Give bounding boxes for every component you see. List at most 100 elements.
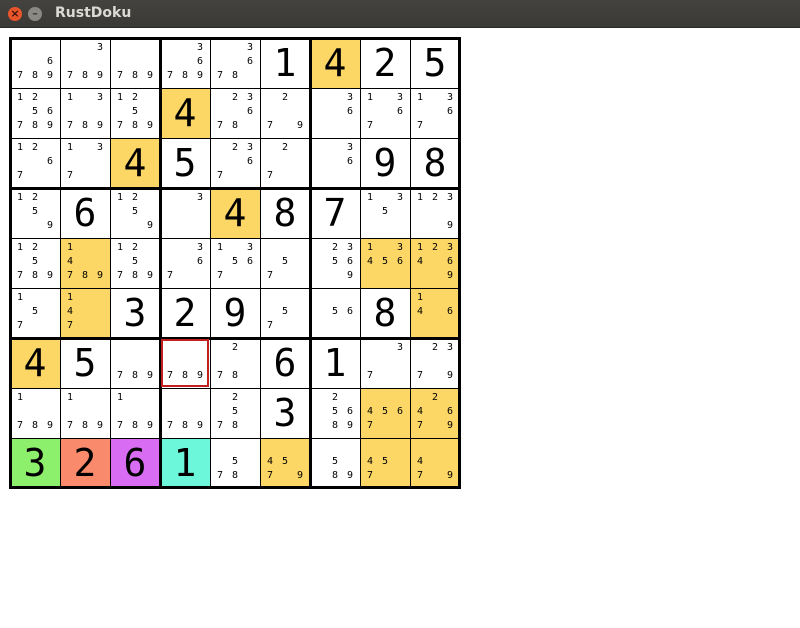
cell-r4c7[interactable]: 7 (310, 188, 360, 238)
cell-r3c6[interactable]: 27 (260, 138, 310, 188)
cell-r5c4[interactable]: 3 6 7 (160, 238, 210, 288)
cell-r3c8[interactable]: 9 (360, 138, 410, 188)
candidate-7: 7 (266, 320, 274, 331)
cell-r7c1[interactable]: 4 (10, 338, 60, 388)
selected-cell-outline (161, 339, 209, 387)
cell-r3c7[interactable]: 36 (310, 138, 360, 188)
cell-r2c9[interactable]: 1 3 6 7 (410, 88, 460, 138)
cell-r1c5[interactable]: 3 6 78 (210, 38, 260, 88)
cell-r5c8[interactable]: 1 3 456 (360, 238, 410, 288)
cell-r9c6[interactable]: 457 9 (260, 438, 310, 488)
cell-r1c3[interactable]: 789 (110, 38, 160, 88)
cell-value: 8 (423, 141, 447, 185)
cell-r6c2[interactable]: 1 4 7 (60, 288, 110, 338)
candidate-7: 7 (16, 420, 24, 431)
cell-r7c9[interactable]: 23 7 9 (410, 338, 460, 388)
cell-r1c2[interactable]: 3 789 (60, 38, 110, 88)
cell-r3c9[interactable]: 8 (410, 138, 460, 188)
cell-r3c2[interactable]: 1 3 7 (60, 138, 110, 188)
candidate-9: 9 (96, 70, 104, 81)
cell-r6c1[interactable]: 157 (10, 288, 60, 338)
cell-r5c7[interactable]: 2356 9 (310, 238, 360, 288)
cell-r7c3[interactable]: 789 (110, 338, 160, 388)
cell-r6c9[interactable]: 1 4 6 (410, 288, 460, 338)
grid-line-vertical (360, 37, 361, 489)
cell-r8c2[interactable]: 1789 (60, 388, 110, 438)
cell-r8c7[interactable]: 2 5689 (310, 388, 360, 438)
cell-r9c4[interactable]: 1 (160, 438, 210, 488)
cell-r2c2[interactable]: 1 3 789 (60, 88, 110, 138)
cell-r6c7[interactable]: 56 (310, 288, 360, 338)
cell-r2c4[interactable]: 4 (160, 88, 210, 138)
cell-r5c9[interactable]: 123 4 6 9 (410, 238, 460, 288)
cell-r4c6[interactable]: 8 (260, 188, 310, 238)
cell-r5c3[interactable]: 12 5789 (110, 238, 160, 288)
cell-r3c1[interactable]: 126 7 (10, 138, 60, 188)
cell-r8c4[interactable]: 789 (160, 388, 210, 438)
cell-r5c1[interactable]: 12 5789 (10, 238, 60, 288)
grid-line-vertical (60, 37, 61, 489)
cell-r8c5[interactable]: 2 578 (210, 388, 260, 438)
cell-r4c8[interactable]: 1 35 (360, 188, 410, 238)
cell-r4c3[interactable]: 12 59 (110, 188, 160, 238)
close-icon[interactable]: × (8, 7, 22, 21)
cell-r3c3[interactable]: 4 (110, 138, 160, 188)
cell-r4c9[interactable]: 123 9 (410, 188, 460, 238)
cell-r5c5[interactable]: 1 356 7 (210, 238, 260, 288)
cell-r6c8[interactable]: 8 (360, 288, 410, 338)
cell-r7c5[interactable]: 2 78 (210, 338, 260, 388)
grid-line-vertical (110, 37, 111, 489)
cell-r4c2[interactable]: 6 (60, 188, 110, 238)
cell-r1c1[interactable]: 6 789 (10, 38, 60, 88)
cell-r9c1[interactable]: 3 (10, 438, 60, 488)
cell-r8c8[interactable]: 456 7 (360, 388, 410, 438)
cell-r7c7[interactable]: 1 (310, 338, 360, 388)
cell-r3c4[interactable]: 5 (160, 138, 210, 188)
cell-r8c1[interactable]: 1789 (10, 388, 60, 438)
cell-r1c9[interactable]: 5 (410, 38, 460, 88)
cell-r7c2[interactable]: 5 (60, 338, 110, 388)
cell-r7c6[interactable]: 6 (260, 338, 310, 388)
cell-r4c1[interactable]: 12 59 (10, 188, 60, 238)
minimize-icon[interactable]: – (28, 7, 42, 21)
cell-r9c9[interactable]: 4 7 9 (410, 438, 460, 488)
candidate-3: 3 (246, 242, 254, 253)
candidate-5: 5 (381, 406, 389, 417)
cell-r7c8[interactable]: 37 (360, 338, 410, 388)
cell-r2c1[interactable]: 12 56 789 (10, 88, 60, 138)
cell-r2c6[interactable]: 2 7 9 (260, 88, 310, 138)
cell-r2c3[interactable]: 12 5789 (110, 88, 160, 138)
candidate-2: 2 (431, 192, 439, 203)
cell-value: 1 (323, 341, 347, 385)
candidate-7: 7 (66, 170, 74, 181)
cell-r4c5[interactable]: 4 (210, 188, 260, 238)
cell-r8c9[interactable]: 24 6 7 9 (410, 388, 460, 438)
candidate-1: 1 (66, 142, 74, 153)
cell-r3c5[interactable]: 23 6 7 (210, 138, 260, 188)
cell-r9c8[interactable]: 457 (360, 438, 410, 488)
candidate-7: 7 (216, 270, 224, 281)
cell-r6c6[interactable]: 57 (260, 288, 310, 338)
cell-r1c6[interactable]: 1 (260, 38, 310, 88)
cell-r8c3[interactable]: 1789 (110, 388, 160, 438)
cell-r2c8[interactable]: 1 3 6 7 (360, 88, 410, 138)
cell-r8c6[interactable]: 3 (260, 388, 310, 438)
cell-r1c4[interactable]: 3 6 789 (160, 38, 210, 88)
cell-r1c8[interactable]: 2 (360, 38, 410, 88)
candidate-7: 7 (366, 370, 374, 381)
cell-r6c5[interactable]: 9 (210, 288, 260, 338)
cell-r1c7[interactable]: 4 (310, 38, 360, 88)
cell-r2c5[interactable]: 23 6 78 (210, 88, 260, 138)
cell-r9c5[interactable]: 578 (210, 438, 260, 488)
cell-r9c2[interactable]: 2 (60, 438, 110, 488)
cell-r2c7[interactable]: 36 (310, 88, 360, 138)
cell-r5c2[interactable]: 1 4 789 (60, 238, 110, 288)
cell-r9c3[interactable]: 6 (110, 438, 160, 488)
cell-r9c7[interactable]: 5 89 (310, 438, 360, 488)
cell-r6c4[interactable]: 2 (160, 288, 210, 338)
cell-r6c3[interactable]: 3 (110, 288, 160, 338)
cell-r4c4[interactable]: 3 (160, 188, 210, 238)
candidate-6: 6 (246, 106, 254, 117)
candidate-8: 8 (31, 70, 39, 81)
cell-r5c6[interactable]: 57 (260, 238, 310, 288)
